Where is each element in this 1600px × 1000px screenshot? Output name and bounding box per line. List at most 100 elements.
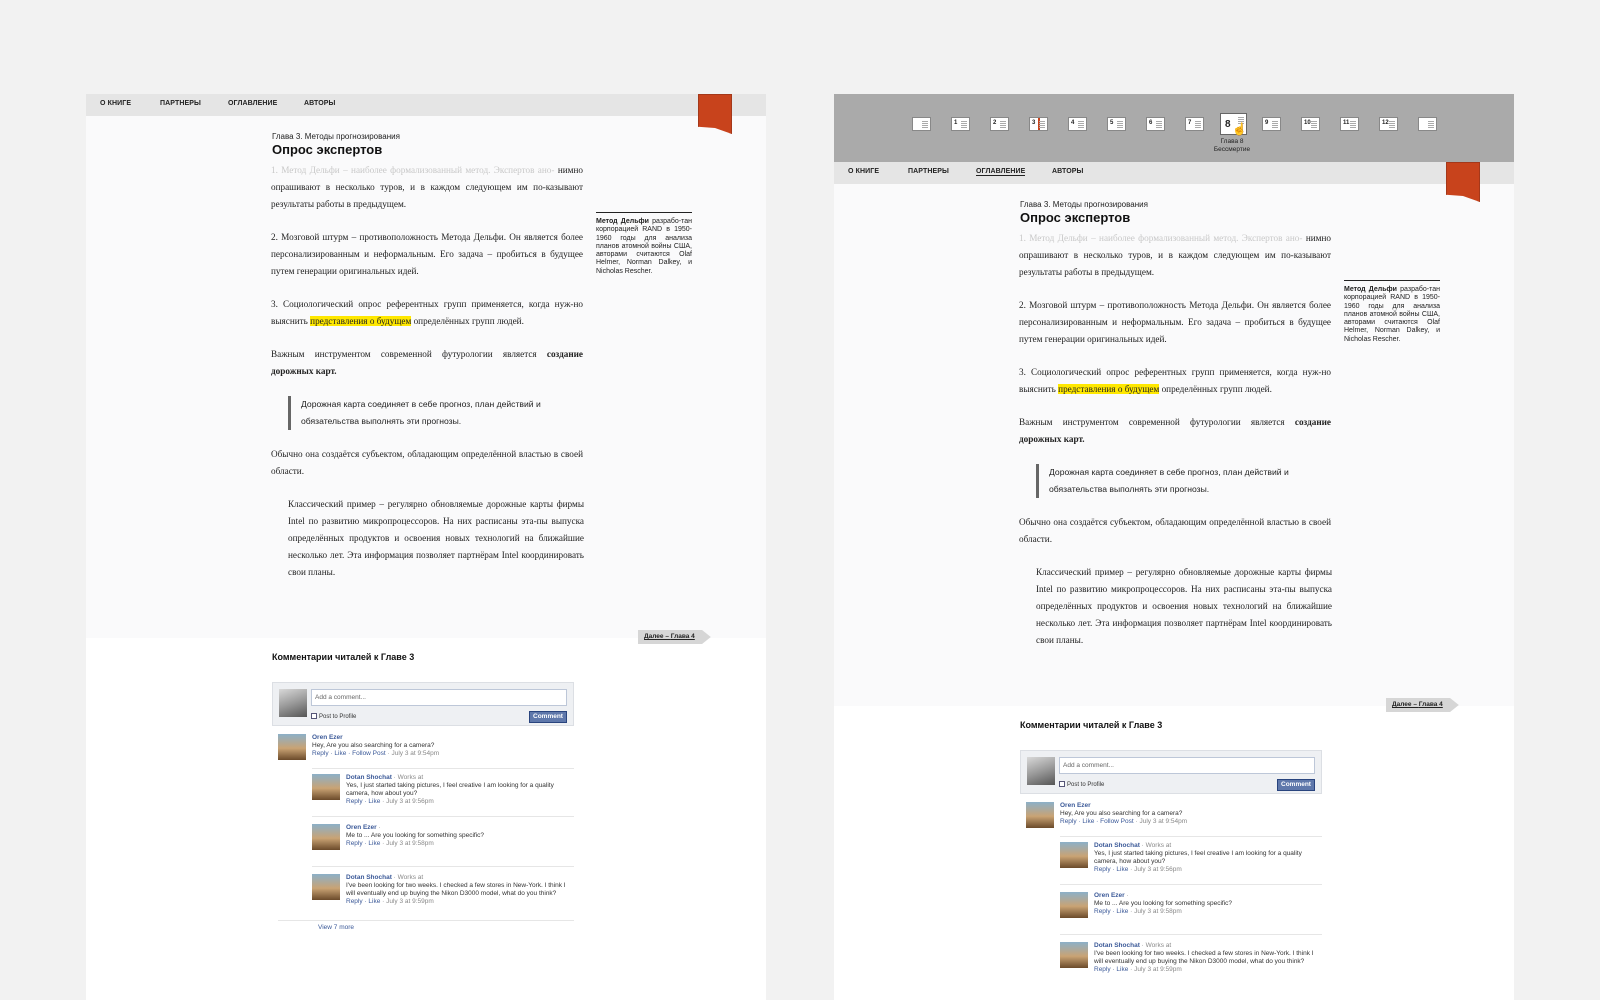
comment-body: Oren Ezer · Me to ... Are you looking fo…: [1094, 892, 1324, 916]
avatar[interactable]: [1060, 842, 1088, 868]
avatar[interactable]: [312, 874, 340, 900]
thumb-number: 10: [1304, 120, 1311, 126]
comment-body: Dotan Shochat · Works at Yes, I just sta…: [346, 774, 576, 806]
paragraph-3-end: определённых групп людей.: [1159, 384, 1272, 394]
thumb-chapter-7[interactable]: 7: [1185, 117, 1204, 131]
nav-about[interactable]: О КНИГЕ: [848, 168, 879, 176]
paragraph-3: 3. Социологический опрос референтных гру…: [1019, 364, 1331, 398]
paragraph-4-start: Важным инструментом современной футуроло…: [271, 349, 547, 359]
comment-box: Add a comment... Post to Profile Comment: [272, 682, 574, 726]
top-nav: О КНИГЕ ПАРТНЕРЫ ОГЛАВЛЕНИЕ АВТОРЫ: [86, 94, 766, 116]
divider: [312, 816, 574, 817]
comment-actions[interactable]: Reply · Like · Follow Post: [1060, 818, 1134, 825]
comment-author[interactable]: Oren Ezer: [1060, 802, 1091, 809]
paragraph-5: Обычно она создаётся субъектом, обладающ…: [1019, 517, 1331, 544]
comment-author[interactable]: Dotan Shochat: [1094, 842, 1140, 849]
checkbox-icon[interactable]: [311, 713, 317, 719]
nav-authors[interactable]: АВТОРЫ: [304, 100, 336, 108]
comment-actions[interactable]: Reply · Like · Follow Post: [312, 750, 386, 757]
nav-authors[interactable]: АВТОРЫ: [1052, 168, 1084, 176]
avatar[interactable]: [1060, 942, 1088, 968]
thumb-chapter-11[interactable]: 11: [1340, 117, 1359, 131]
next-chapter-button[interactable]: Далее – Глава 4: [638, 630, 711, 644]
chapter-thumbnail-strip: 1 2 3 4 5 6 7 8 9 10 11 12 ☝ Глава 8 Бес…: [834, 94, 1514, 162]
thumb-chapter-12[interactable]: 12: [1379, 117, 1398, 131]
comment-text: I've been looking for two weeks. I check…: [1094, 950, 1314, 965]
divider: [1060, 934, 1322, 935]
comment-actions[interactable]: Reply · Like: [346, 840, 380, 847]
thumb-back[interactable]: [1418, 117, 1437, 131]
nav-about[interactable]: О КНИГЕ: [100, 100, 131, 108]
comment-meta: · Works at: [391, 874, 424, 881]
comment-input[interactable]: Add a comment...: [1059, 757, 1315, 774]
comment-body: Oren Ezer Hey, Are you also searching fo…: [1060, 802, 1290, 826]
thumb-chapter-3[interactable]: 3: [1029, 117, 1048, 131]
thumb-lines: [961, 121, 967, 129]
avatar[interactable]: [278, 734, 306, 760]
thumb-chapter-10[interactable]: 10: [1301, 117, 1320, 131]
thumb-chapter-9[interactable]: 9: [1262, 117, 1281, 131]
comment-actions[interactable]: Reply · Like: [1094, 866, 1128, 873]
comment-text: Hey, Are you also searching for a camera…: [312, 742, 435, 749]
comment-author[interactable]: Oren Ezer: [312, 734, 343, 741]
avatar[interactable]: [1026, 802, 1054, 828]
comment-body: Dotan Shochat · Works at Yes, I just sta…: [1094, 842, 1324, 874]
checkbox-icon[interactable]: [1059, 781, 1065, 787]
nav-contents[interactable]: ОГЛАВЛЕНИЕ: [976, 168, 1026, 176]
thumb-chapter-5[interactable]: 5: [1107, 117, 1126, 131]
chapter-label: Глава 3. Методы прогнозирования: [272, 132, 400, 141]
comment-meta: ·: [376, 824, 381, 831]
comment-author[interactable]: Dotan Shochat: [1094, 942, 1140, 949]
thumb-lines: [1311, 121, 1317, 129]
sidenote-bold: Метод Дельфи: [596, 218, 649, 225]
sidenote-text: разрабо-тан корпорацией RAND в 1950-1960…: [596, 218, 692, 275]
comment-author[interactable]: Dotan Shochat: [346, 774, 392, 781]
thumb-lines: [1117, 121, 1123, 129]
comment-actions[interactable]: Reply · Like: [346, 898, 380, 905]
bookmark-icon[interactable]: [698, 94, 732, 134]
thumb-lines: [1272, 121, 1278, 129]
highlight-text[interactable]: представления о будущем: [1058, 384, 1160, 394]
nav-contents[interactable]: ОГЛАВЛЕНИЕ: [228, 100, 277, 108]
paragraph-4: Важным инструментом современной футуроло…: [1019, 414, 1331, 448]
comment-text: I've been looking for two weeks. I check…: [346, 882, 566, 897]
comment-actions[interactable]: Reply · Like: [1094, 908, 1128, 915]
nav-partners[interactable]: ПАРТНЕРЫ: [908, 168, 949, 176]
thumb-chapter-6[interactable]: 6: [1146, 117, 1165, 131]
comment-author[interactable]: Dotan Shochat: [346, 874, 392, 881]
post-to-profile-checkbox[interactable]: Post to Profile: [1059, 781, 1104, 788]
post-to-profile-checkbox[interactable]: Post to Profile: [311, 713, 356, 720]
highlight-text[interactable]: представления о будущем: [310, 316, 412, 326]
thumb-chapter-2[interactable]: 2: [990, 117, 1009, 131]
thumb-chapter-4[interactable]: 4: [1068, 117, 1087, 131]
comment-body: Oren Ezer Hey, Are you also searching fo…: [312, 734, 542, 758]
comment-input[interactable]: Add a comment...: [311, 689, 567, 706]
chapter-label: Глава 3. Методы прогнозирования: [1020, 200, 1148, 209]
comment-actions[interactable]: Reply · Like: [346, 798, 380, 805]
paragraph-3: 3. Социологический опрос референтных гру…: [271, 296, 583, 330]
avatar[interactable]: [312, 824, 340, 850]
page-title: Опрос экспертов: [272, 142, 383, 157]
comment-date: · July 3 at 9:58pm: [380, 840, 434, 847]
thumb-chapter-1[interactable]: 1: [951, 117, 970, 131]
paragraph-2: 2. Мозговой штурм – противоположность Ме…: [1019, 300, 1331, 344]
thumb-cover[interactable]: [912, 117, 931, 131]
comment-button[interactable]: Comment: [1277, 779, 1315, 791]
next-link[interactable]: Глава 4: [1419, 701, 1443, 708]
next-chapter-button[interactable]: Далее – Глава 4: [1386, 698, 1459, 712]
comment-button[interactable]: Comment: [529, 711, 567, 723]
thumb-number: 1: [954, 120, 958, 126]
paragraph-5: Обычно она создаётся субъектом, обладающ…: [271, 449, 583, 476]
avatar[interactable]: [312, 774, 340, 800]
thumb-number: 7: [1188, 120, 1192, 126]
comment-author[interactable]: Oren Ezer: [346, 824, 377, 831]
nav-partners[interactable]: ПАРТНЕРЫ: [160, 100, 201, 108]
comment-actions[interactable]: Reply · Like: [1094, 966, 1128, 973]
comment-meta: · Works at: [1139, 842, 1172, 849]
next-link[interactable]: Глава 4: [671, 633, 695, 640]
view-more-link[interactable]: View 7 more: [318, 924, 354, 931]
comment-author[interactable]: Oren Ezer: [1094, 892, 1125, 899]
thumb-number: 8: [1225, 119, 1231, 130]
avatar[interactable]: [1060, 892, 1088, 918]
bookmark-icon[interactable]: [1446, 162, 1480, 202]
